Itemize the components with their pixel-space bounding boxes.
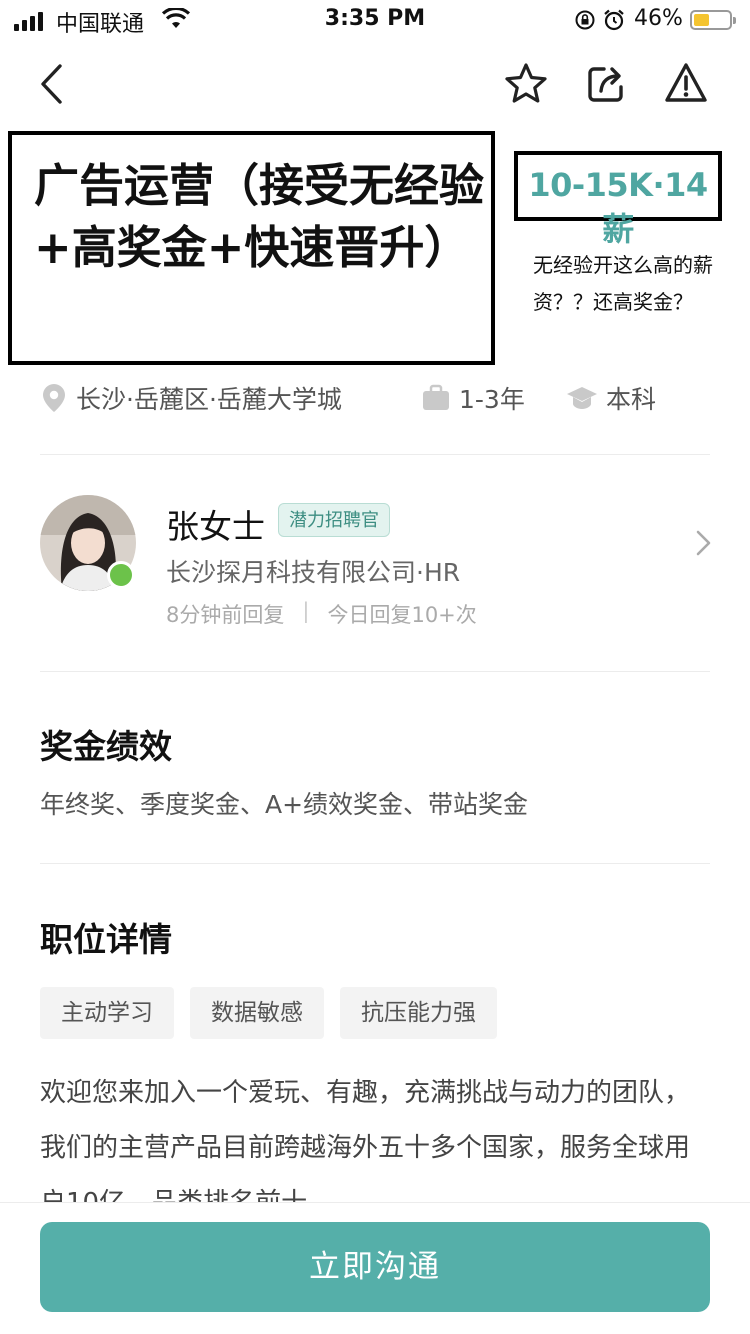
separator: | <box>302 599 310 623</box>
experience-item: 1-3年 <box>421 378 525 418</box>
chevron-right-icon[interactable] <box>690 528 716 562</box>
status-bar: 中国联通 3:35 PM 46% <box>0 0 750 40</box>
star-icon[interactable] <box>502 60 550 108</box>
location-item: 长沙·岳麓区·岳麓大学城 <box>40 378 342 418</box>
rotation-lock-icon <box>574 9 596 37</box>
bonus-text: 年终奖、季度奖金、A+绩效奖金、带站奖金 <box>40 790 529 819</box>
battery-icon <box>690 10 736 30</box>
education-item: 本科 <box>566 378 656 418</box>
location-text: 长沙·岳麓区·岳麓大学城 <box>76 385 342 414</box>
divider <box>40 671 710 672</box>
divider <box>40 863 710 864</box>
reply-count: 今日回复10+次 <box>327 603 477 627</box>
location-pin-icon <box>43 384 65 412</box>
online-indicator <box>107 561 135 589</box>
skill-tag: 数据敏感 <box>190 987 324 1039</box>
job-description: 欢迎您来加入一个爱玩、有趣，充满挑战与动力的团队，我们的主营产品目前跨越海外五十… <box>40 1078 691 1202</box>
skill-tag: 主动学习 <box>40 987 174 1039</box>
briefcase-icon <box>423 384 449 410</box>
salary: 10-15K·14薪 <box>528 166 708 248</box>
bonus-heading: 奖金绩效 <box>40 727 172 766</box>
chat-now-button[interactable]: 立即沟通 <box>40 1222 710 1312</box>
back-icon[interactable] <box>28 60 76 108</box>
alarm-icon <box>602 8 626 38</box>
experience-text: 1-3年 <box>459 385 525 414</box>
divider <box>40 454 710 455</box>
share-icon[interactable] <box>582 60 630 108</box>
job-title: 广告运营（接受无经验+高奖金+快速晋升） <box>34 159 485 274</box>
recruiter-activity: 8分钟前回复 | 今日回复10+次 <box>166 599 477 629</box>
recruiter-company: 长沙探月科技有限公司·HR <box>166 558 461 587</box>
annotation-note: 无经验开这么高的薪资？？还高奖金？ <box>533 253 713 314</box>
recruiter-name: 张女士 <box>166 507 265 546</box>
reply-time: 8分钟前回复 <box>166 603 285 627</box>
skill-tags: 主动学习 数据敏感 抗压能力强 <box>40 987 497 1039</box>
education-text: 本科 <box>606 385 657 414</box>
details-heading: 职位详情 <box>40 920 172 959</box>
recruiter-badge: 潜力招聘官 <box>278 503 390 537</box>
report-icon[interactable] <box>662 60 710 108</box>
battery-percentage: 46% <box>634 6 683 31</box>
graduation-cap-icon <box>567 387 597 409</box>
skill-tag: 抗压能力强 <box>340 987 497 1039</box>
